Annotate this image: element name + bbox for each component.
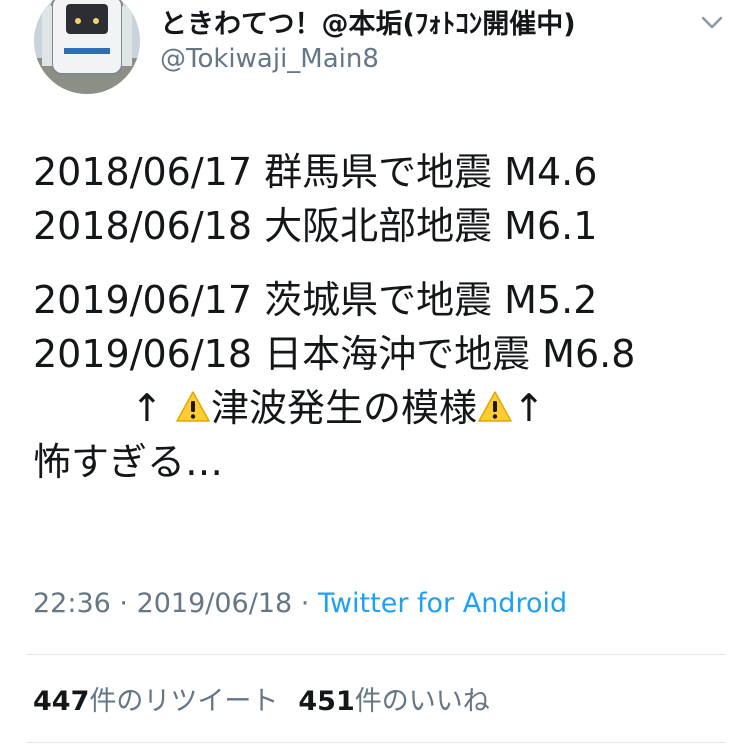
- tweet-meta: 22:36 · 2019/06/18 · Twitter for Android: [33, 588, 567, 619]
- meta-separator: ·: [110, 588, 137, 619]
- retweets-label: 件のリツイート: [89, 686, 279, 717]
- tweet-line: 2019/06/18 日本海沖で地震 M6.8: [33, 332, 636, 376]
- retweets-count: 447: [33, 686, 90, 717]
- divider: [26, 654, 726, 655]
- warning-icon: [176, 391, 210, 422]
- display-name[interactable]: ときわてつ！@本垢(ﾌｫﾄｺﾝ開催中): [160, 2, 576, 41]
- arrow-up-left: ↑: [131, 386, 163, 430]
- meta-separator: ·: [292, 588, 318, 619]
- avatar[interactable]: [34, 0, 140, 94]
- tweet-stats: 447件のリツイート 451件のいいね: [33, 679, 490, 718]
- likes-label: 件のいいね: [354, 686, 490, 717]
- tweet-text: 2018/06/17 群馬県で地震 M4.6 2018/06/18 大阪北部地震…: [33, 145, 733, 489]
- warning-icon: [478, 391, 512, 422]
- likes-stat[interactable]: 451件のいいね: [298, 686, 489, 717]
- tweet-time: 22:36: [33, 588, 111, 619]
- tweet-date: 2019/06/18: [136, 588, 293, 619]
- tweet-source-link[interactable]: Twitter for Android: [318, 588, 567, 619]
- tweet-line: 2018/06/18 大阪北部地震 M6.1: [33, 204, 598, 248]
- train-avatar-icon: [34, 0, 140, 94]
- tweet-line: 2019/06/17 茨城県で地震 M5.2: [33, 278, 598, 322]
- retweets-stat[interactable]: 447件のリツイート: [33, 686, 278, 717]
- tweet-line: 2018/06/17 群馬県で地震 M4.6: [33, 150, 598, 194]
- likes-count: 451: [298, 686, 355, 717]
- user-handle[interactable]: @Tokiwaji_Main8: [160, 44, 379, 74]
- chevron-down-icon: [701, 16, 723, 29]
- tsunami-line: ↑ 津波発生の模様 ↑: [33, 381, 733, 435]
- tweet-menu-button[interactable]: [694, 8, 730, 38]
- tweet-closing-line: 怖すぎる…: [33, 440, 224, 484]
- arrow-up-right: ↑: [512, 386, 545, 430]
- divider: [26, 742, 726, 743]
- tsunami-text: 津波発生の模様: [210, 386, 477, 430]
